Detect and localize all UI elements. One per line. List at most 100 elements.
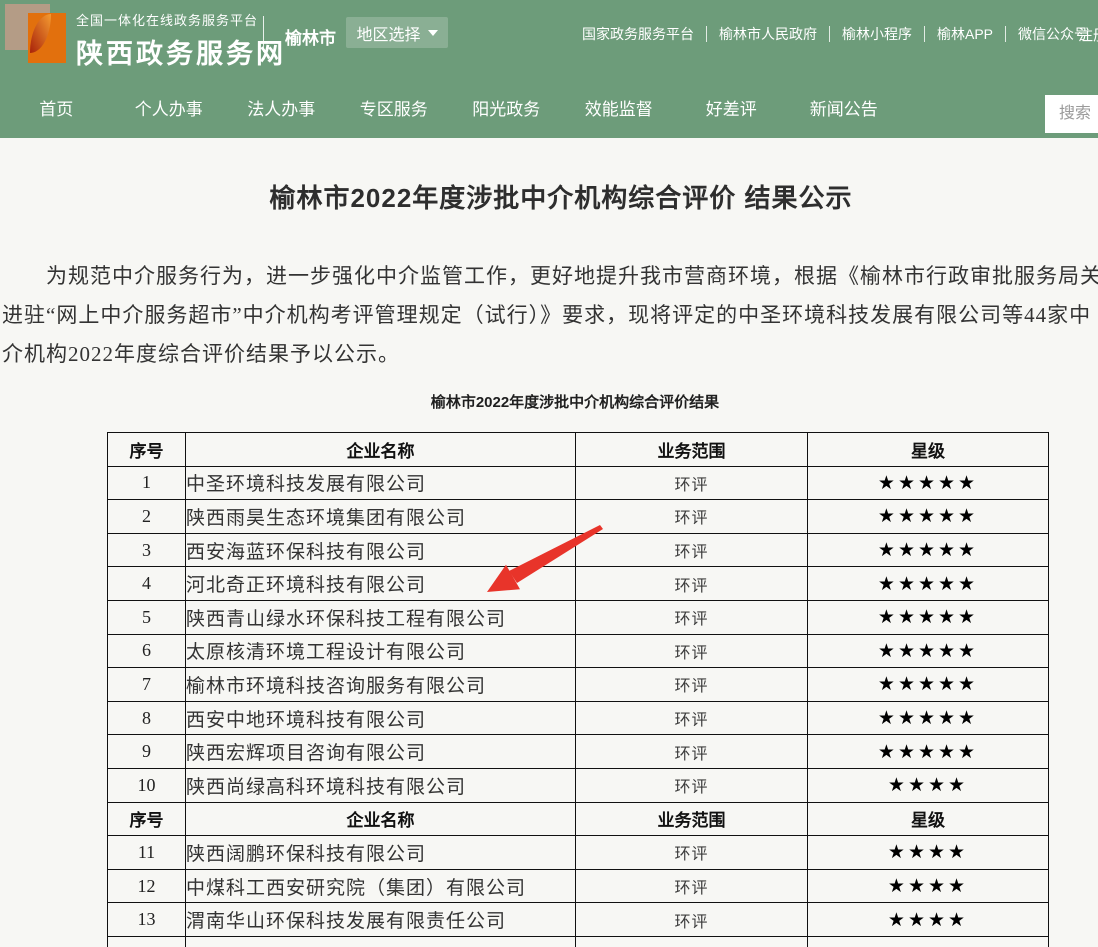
table-cell-name <box>186 936 576 947</box>
table-header-row: 序号企业名称业务范围星级 <box>108 802 1049 836</box>
table-cell-scope: 环评 <box>576 836 808 870</box>
header-link[interactable]: 榆林小程序 <box>830 24 924 44</box>
table-cell-no: 2 <box>108 500 186 534</box>
table-cell-no <box>108 936 186 947</box>
star-rating-cell: ★★★★★ <box>808 600 1049 634</box>
column-header: 企业名称 <box>186 433 576 467</box>
table-cell-no: 13 <box>108 903 186 937</box>
table-row: 4河北奇正环境科技有限公司环评★★★★★ <box>108 567 1049 601</box>
table-cell-scope: 环评 <box>576 533 808 567</box>
page: 全国一体化在线政务服务平台 陕西政务服务网 榆林市 地区选择 国家政务服务平台榆… <box>0 0 1098 947</box>
main-nav: 首页个人办事法人办事专区服务阳光政务效能监督好差评新闻公告 <box>0 92 900 128</box>
table-cell-scope: 环评 <box>576 735 808 769</box>
table-cell-scope: 环评 <box>576 500 808 534</box>
nav-item[interactable]: 首页 <box>0 92 113 128</box>
table-row: 11陕西阔鹏环保科技有限公司环评★★★★ <box>108 836 1049 870</box>
star-rating-cell: ★★★★★ <box>808 701 1049 735</box>
table-cell-no: 10 <box>108 768 186 802</box>
table-cell-scope: 环评 <box>576 668 808 702</box>
column-header: 星级 <box>808 802 1049 836</box>
column-header: 业务范围 <box>576 802 808 836</box>
table-cell-no: 9 <box>108 735 186 769</box>
table-row: 6太原核清环境工程设计有限公司环评★★★★★ <box>108 634 1049 668</box>
column-header: 企业名称 <box>186 802 576 836</box>
header-link[interactable]: 榆林市人民政府 <box>707 24 829 44</box>
site-header: 全国一体化在线政务服务平台 陕西政务服务网 榆林市 地区选择 国家政务服务平台榆… <box>0 0 1098 138</box>
table-cell-scope: 环评 <box>576 869 808 903</box>
table-row: 1中圣环境科技发展有限公司环评★★★★★ <box>108 466 1049 500</box>
table-header-row: 序号企业名称业务范围星级 <box>108 433 1049 467</box>
page-title: 榆林市2022年度涉批中介机构综合评价 结果公示 <box>0 178 1098 215</box>
paragraph-line: 进驻“网上中介服务超市”中介机构考评管理规定（试行）》要求，现将评定的中圣环境科… <box>2 296 1098 335</box>
nav-item[interactable]: 法人办事 <box>225 92 338 128</box>
table-cell-scope: 环评 <box>576 634 808 668</box>
table-cell-name: 西安中地环境科技有限公司 <box>186 701 576 735</box>
table-cell-scope: 环评 <box>576 600 808 634</box>
evaluation-results-table: 序号企业名称业务范围星级1中圣环境科技发展有限公司环评★★★★★2陕西雨昊生态环… <box>107 432 1049 947</box>
table-cell-name: 陕西阔鹏环保科技有限公司 <box>186 836 576 870</box>
nav-item[interactable]: 新闻公告 <box>788 92 901 128</box>
table-cell-no: 3 <box>108 533 186 567</box>
table-cell-no: 7 <box>108 668 186 702</box>
header-links: 国家政务服务平台榆林市人民政府榆林小程序榆林APP微信公众号 <box>570 24 1098 44</box>
nav-item[interactable]: 效能监督 <box>563 92 676 128</box>
chevron-down-icon <box>428 30 438 36</box>
nav-item[interactable]: 好差评 <box>675 92 788 128</box>
star-rating-cell: ★★★★★ <box>808 668 1049 702</box>
table-cell-scope: 环评 <box>576 567 808 601</box>
table-cell-name: 陕西青山绿水环保科技工程有限公司 <box>186 600 576 634</box>
header-link[interactable]: 国家政务服务平台 <box>570 24 706 44</box>
table-caption: 榆林市2022年度涉批中介机构综合评价结果 <box>0 391 1098 412</box>
table-cell-scope: 环评 <box>576 768 808 802</box>
table-cell-name: 西安海蓝环保科技有限公司 <box>186 533 576 567</box>
table-cell-scope: 环评 <box>576 466 808 500</box>
current-city-label: 榆林市 <box>285 24 336 49</box>
table-cell-name: 陕西雨昊生态环境集团有限公司 <box>186 500 576 534</box>
star-rating-cell: ★★★★ <box>808 836 1049 870</box>
table-row: 7榆林市环境科技咨询服务有限公司环评★★★★★ <box>108 668 1049 702</box>
table-cell-no: 8 <box>108 701 186 735</box>
paragraph-line: 为规范中介服务行为，进一步强化中介监管工作，更好地提升我市营商环境，根据《榆林市… <box>2 257 1098 296</box>
table-cell-no: 5 <box>108 600 186 634</box>
register-link[interactable]: 注册 <box>1078 24 1098 45</box>
region-selector-label: 地区选择 <box>356 21 420 45</box>
nav-item[interactable]: 专区服务 <box>338 92 451 128</box>
table-cell-scope <box>576 936 808 947</box>
star-rating-cell: ★★★★★ <box>808 634 1049 668</box>
table-cell-scope: 环评 <box>576 903 808 937</box>
table-row: 10陕西尚绿高科环境科技有限公司环评★★★★ <box>108 768 1049 802</box>
nav-item[interactable]: 个人办事 <box>113 92 226 128</box>
table-cell-name: 太原核清环境工程设计有限公司 <box>186 634 576 668</box>
site-name: 陕西政务服务网 <box>76 32 286 71</box>
table-row: 9陕西宏辉项目咨询有限公司环评★★★★★ <box>108 735 1049 769</box>
star-rating-cell: ★★★★ <box>808 869 1049 903</box>
star-rating-cell <box>808 936 1049 947</box>
paragraph-line: 介机构2022年度综合评价结果予以公示。 <box>2 335 1098 374</box>
table-cell-name: 河北奇正环境科技有限公司 <box>186 567 576 601</box>
table-row <box>108 936 1049 947</box>
column-header: 业务范围 <box>576 433 808 467</box>
table-cell-name: 渭南华山环保科技发展有限责任公司 <box>186 903 576 937</box>
site-brand: 全国一体化在线政务服务平台 陕西政务服务网 <box>76 10 286 71</box>
table-cell-name: 陕西宏辉项目咨询有限公司 <box>186 735 576 769</box>
star-rating-cell: ★★★★★ <box>808 735 1049 769</box>
table-cell-scope: 环评 <box>576 701 808 735</box>
header-link[interactable]: 榆林APP <box>925 24 1005 44</box>
site-logo[interactable] <box>5 4 67 64</box>
star-rating-cell: ★★★★★ <box>808 533 1049 567</box>
announcement-paragraph: 为规范中介服务行为，进一步强化中介监管工作，更好地提升我市营商环境，根据《榆林市… <box>2 257 1098 374</box>
region-selector-button[interactable]: 地区选择 <box>346 17 448 48</box>
nav-item[interactable]: 阳光政务 <box>450 92 563 128</box>
search-input[interactable] <box>1045 95 1098 133</box>
table-row: 8西安中地环境科技有限公司环评★★★★★ <box>108 701 1049 735</box>
table-cell-name: 中煤科工西安研究院（集团）有限公司 <box>186 869 576 903</box>
table-cell-name: 榆林市环境科技咨询服务有限公司 <box>186 668 576 702</box>
table-cell-name: 陕西尚绿高科环境科技有限公司 <box>186 768 576 802</box>
table-cell-no: 4 <box>108 567 186 601</box>
column-header: 序号 <box>108 802 186 836</box>
star-rating-cell: ★★★★★ <box>808 500 1049 534</box>
table-row: 5陕西青山绿水环保科技工程有限公司环评★★★★★ <box>108 600 1049 634</box>
star-rating-cell: ★★★★ <box>808 768 1049 802</box>
table-row: 13渭南华山环保科技发展有限责任公司环评★★★★ <box>108 903 1049 937</box>
star-rating-cell: ★★★★ <box>808 903 1049 937</box>
